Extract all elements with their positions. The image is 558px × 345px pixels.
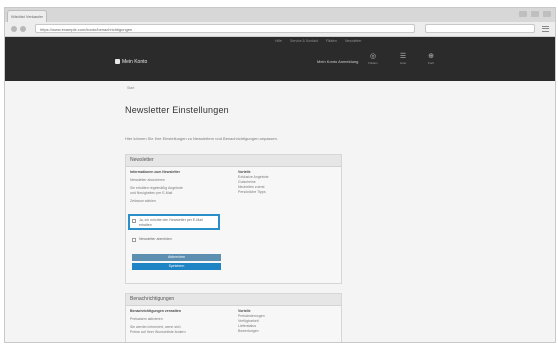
cart-icon: ⊕ [428,53,434,60]
tab-strip: Wishlist Verkaufer [5,8,555,22]
unsubscribe-checkbox[interactable]: Newsletter abmelden [132,237,172,242]
site-header: Hilfe Service & Kontakt Filialen Newslet… [5,37,555,81]
brand-label: Mein Konto [122,59,148,65]
newsletter-section: Newsletter Informationen zum Newsletter … [125,154,342,284]
browser-tab[interactable]: Wishlist Verkaufer [7,10,47,22]
utility-link-newsletter[interactable]: Newsletter [345,39,362,43]
forward-icon[interactable] [20,26,26,32]
section-right-column: Vorteile Exklusive Angebote Gutscheine N… [238,170,334,195]
save-button[interactable]: Speichern [132,263,221,270]
page-title: Newsletter Einstellungen [125,105,229,115]
location-icon: ◎ [369,53,377,60]
back-icon[interactable] [11,26,17,32]
browser-window: Wishlist Verkaufer https://www.example.c… [4,7,556,343]
close-button[interactable] [543,11,551,17]
notifications-section: Benachrichtigungen Benachrichtigungen ve… [125,293,342,342]
newsletter-optin-label: Ja, ich möchte den Newsletter per E-Mail… [139,218,203,227]
list-icon: ☰ [399,53,407,60]
newsletter-optin-highlight: Ja, ich möchte den Newsletter per E-Mail… [128,214,220,230]
address-bar[interactable]: https://www.example.com/konto/benachrich… [35,24,415,33]
section-left-column: Benachrichtigungen verwalten Preisalarm … [130,309,226,335]
account-link[interactable]: Mein Konto Anmeldung [317,59,358,64]
newsletter-optin-checkbox[interactable]: Ja, ich möchte den Newsletter per E-Mail… [132,218,216,228]
section-left-column: Informationen zum Newsletter Newsletter … [130,170,226,204]
site-logo[interactable]: Mein Konto [115,59,147,65]
window-controls [519,11,551,19]
header-stores[interactable]: ◎ Filialen [367,53,379,69]
utility-link-service[interactable]: Service & Kontakt [290,39,318,43]
section-line: Zeitraum wählen [130,199,156,203]
benefit-item: Persönliche Tipps [238,190,266,194]
header-icon-caption: Korb [427,61,435,65]
minimize-button[interactable] [519,11,527,17]
section-right-column: Vorteile Preisänderungen Verfügbarkeit L… [238,309,334,334]
utility-nav: Hilfe Service & Kontakt Filialen Newslet… [275,39,361,43]
page-intro: Hier können Sie Ihre Einstellungen zu Ne… [125,136,278,141]
header-cart[interactable]: ⊕ Korb [425,53,437,69]
menu-icon[interactable] [542,26,549,32]
header-list[interactable]: ☰ Liste [397,53,409,69]
header-icon-caption: Liste [399,61,407,65]
checkbox-icon[interactable] [132,237,136,242]
browser-toolbar: https://www.example.com/konto/benachrich… [5,22,555,37]
cancel-button[interactable]: Abbrechen [132,254,221,261]
section-heading: Benachrichtigungen [126,294,341,306]
unsubscribe-label: Newsletter abmelden [139,237,172,241]
logo-icon [115,59,120,65]
utility-link-stores[interactable]: Filialen [326,39,337,43]
browser-search-input[interactable] [425,24,535,33]
utility-link-help[interactable]: Hilfe [275,39,282,43]
section-line: Preise auf Ihrer Wunschliste ändern [130,330,186,334]
section-heading: Newsletter [126,155,341,167]
benefit-item: Bewertungen [238,329,259,333]
maximize-button[interactable] [531,11,539,17]
breadcrumb[interactable]: Start [127,86,134,90]
checkbox-icon[interactable] [132,218,136,223]
header-icon-caption: Filialen [368,61,378,65]
